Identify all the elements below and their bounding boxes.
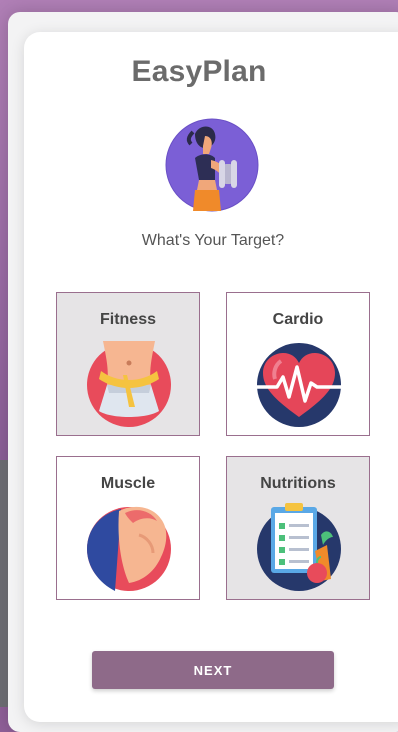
target-label: Fitness [99,311,156,328]
target-label: Cardio [272,311,324,328]
target-tile-muscle[interactable]: Muscle [56,456,200,600]
target-tile-cardio[interactable]: Cardio [226,292,370,436]
dumbbell-workout-icon [165,118,259,212]
diet-checklist-icon [257,503,341,591]
waist-measure-icon [87,341,171,427]
target-prompt: What's Your Target? [141,232,285,249]
target-label: Nutritions [260,475,336,492]
target-tile-nutritions[interactable]: Nutritions [226,456,370,600]
app-title: EasyPlan [131,55,267,88]
heartbeat-icon [253,343,345,427]
next-button[interactable]: NEXT [92,651,334,689]
target-tile-fitness[interactable]: Fitness [56,292,200,436]
target-label: Muscle [100,475,156,492]
flexed-arm-icon [87,506,171,591]
